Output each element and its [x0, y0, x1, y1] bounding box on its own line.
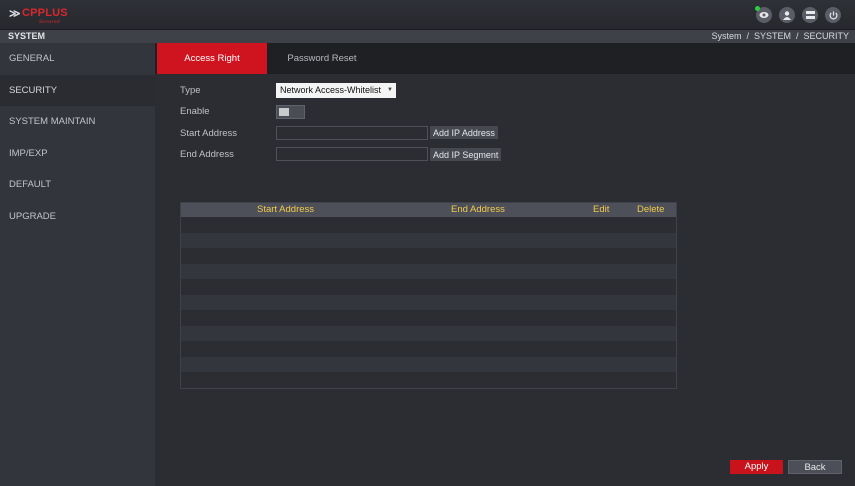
end-address-input[interactable] — [276, 147, 428, 161]
column-header-delete: Delete — [637, 204, 665, 215]
sidebar-item-default[interactable]: DEFAULT — [0, 169, 155, 201]
page-title: SYSTEM — [8, 31, 46, 41]
user-icon[interactable] — [779, 7, 795, 23]
breadcrumb: System / SYSTEM / SECURITY — [711, 31, 849, 41]
sidebar-item-system-maintain[interactable]: SYSTEM MAINTAIN — [0, 106, 155, 138]
sidebar-item-upgrade[interactable]: UPGRADE — [0, 201, 155, 233]
main-content: Type Network Access-Whitelist ▼ Enable S… — [155, 74, 855, 486]
table-row[interactable] — [181, 263, 676, 279]
type-select-value: Network Access-Whitelist — [280, 85, 382, 95]
toggle-knob — [279, 108, 289, 116]
table-row[interactable] — [181, 372, 676, 388]
table-row[interactable] — [181, 217, 676, 233]
whitelist-table: Start Address End Address Edit Delete — [180, 202, 677, 389]
eye-icon[interactable] — [755, 6, 772, 23]
table-row[interactable] — [181, 310, 676, 326]
enable-label: Enable — [180, 106, 210, 117]
logo-subtext: Secured — [39, 19, 60, 25]
column-header-start-address: Start Address — [257, 204, 315, 215]
top-bar: ≫ CPPLUS Secured — [0, 0, 855, 30]
add-ip-segment-button[interactable]: Add IP Segment — [429, 147, 503, 162]
type-label: Type — [180, 85, 201, 96]
add-ip-address-button[interactable]: Add IP Address — [429, 125, 499, 140]
table-row[interactable] — [181, 232, 676, 248]
apply-button[interactable]: Apply — [730, 460, 783, 474]
network-icon[interactable] — [802, 7, 818, 23]
start-address-label: Start Address — [180, 128, 238, 139]
tab-password-reset[interactable]: Password Reset — [267, 43, 377, 74]
table-header: Start Address End Address Edit Delete — [181, 203, 676, 217]
title-strip: SYSTEM System / SYSTEM / SECURITY — [0, 30, 855, 43]
tab-bar: Access Right Password Reset — [155, 43, 855, 74]
table-row[interactable] — [181, 341, 676, 357]
status-dot — [755, 6, 760, 11]
brand-logo: ≫ CPPLUS Secured — [9, 6, 69, 26]
table-row[interactable] — [181, 248, 676, 264]
type-select[interactable]: Network Access-Whitelist ▼ — [276, 83, 396, 98]
table-row[interactable] — [181, 356, 676, 372]
sidebar: GENERAL SECURITY SYSTEM MAINTAIN IMP/EXP… — [0, 43, 155, 486]
power-icon[interactable] — [825, 7, 841, 23]
chevron-down-icon: ▼ — [387, 87, 393, 93]
table-row[interactable] — [181, 294, 676, 310]
end-address-label: End Address — [180, 149, 234, 160]
sidebar-item-general[interactable]: GENERAL — [0, 43, 155, 75]
header-icon-group — [755, 6, 841, 23]
table-row[interactable] — [181, 279, 676, 295]
start-address-input[interactable] — [276, 126, 428, 140]
enable-toggle[interactable] — [276, 105, 305, 119]
sidebar-item-imp-exp[interactable]: IMP/EXP — [0, 138, 155, 170]
table-row[interactable] — [181, 325, 676, 341]
logo-mark-icon: ≫ — [9, 8, 20, 20]
back-button[interactable]: Back — [788, 460, 842, 474]
column-header-edit: Edit — [593, 204, 610, 215]
tab-access-right[interactable]: Access Right — [157, 43, 267, 74]
column-header-end-address: End Address — [451, 204, 505, 215]
sidebar-item-security[interactable]: SECURITY — [0, 74, 155, 107]
logo-text: CPPLUS — [22, 7, 68, 19]
